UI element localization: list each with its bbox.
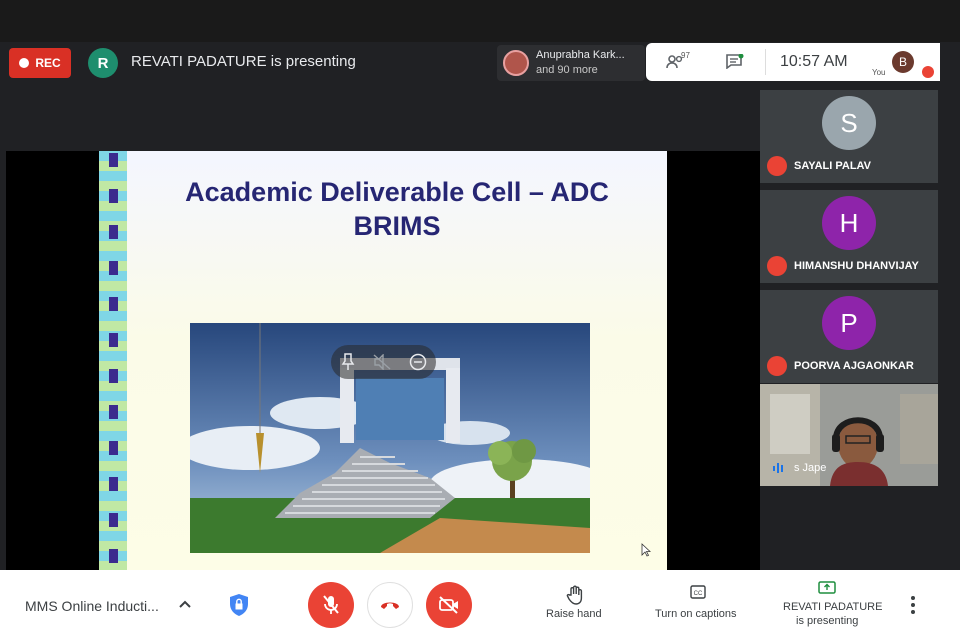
divider	[765, 49, 766, 75]
record-dot-icon	[19, 58, 30, 68]
microphone-toggle-button[interactable]	[308, 582, 354, 628]
participant-tile[interactable]: S SAYALI PALAV	[760, 90, 938, 183]
participants-chip[interactable]: Anuprabha Kark... and 90 more	[497, 45, 645, 81]
mic-off-icon	[767, 256, 787, 276]
self-avatar[interactable]: B	[892, 51, 914, 73]
rec-label: REC	[35, 56, 61, 70]
participant-name: POORVA AJGAONKAR	[794, 360, 914, 372]
participants-chip-name: Anuprabha Kark...	[536, 49, 625, 61]
participant-count: 97	[681, 51, 690, 60]
captions-label[interactable]: Turn on captions	[655, 608, 737, 620]
meeting-name[interactable]: MMS Online Inducti...	[25, 598, 159, 614]
participants-chip-more: and 90 more	[536, 64, 598, 76]
raise-hand-label[interactable]: Raise hand	[546, 608, 602, 620]
presenter-avatar: R	[88, 48, 118, 78]
present-screen-icon[interactable]	[818, 581, 836, 595]
participant-name: HIMANSHU DHANVIJAY	[794, 260, 919, 272]
participant-tile[interactable]: H HIMANSHU DHANVIJAY	[760, 190, 938, 283]
chat-icon[interactable]	[726, 54, 744, 69]
mic-off-icon	[767, 356, 787, 376]
participant-photo	[503, 50, 529, 76]
speaking-indicator-icon	[773, 463, 783, 473]
hang-up-icon	[381, 602, 399, 609]
presentation-overlay-controls	[331, 345, 436, 379]
participant-avatar: S	[822, 96, 876, 150]
top-strip	[0, 0, 960, 42]
raise-hand-icon[interactable]	[566, 585, 584, 605]
presenting-banner: REVATI PADATURE is presenting	[131, 53, 356, 70]
recording-indicator[interactable]: REC	[9, 48, 71, 78]
slide-title: Academic Deliverable Cell – ADC BRIMS	[127, 175, 667, 243]
mic-off-badge-icon	[922, 66, 934, 78]
svg-text:CC: CC	[694, 591, 703, 597]
more-options-icon[interactable]	[910, 596, 916, 614]
participant-avatar: H	[822, 196, 876, 250]
presenting-status-line2[interactable]: is presenting	[796, 615, 858, 627]
camera-toggle-button[interactable]	[426, 582, 472, 628]
participant-video	[760, 384, 938, 486]
pin-icon[interactable]	[341, 353, 355, 371]
shield-lock-icon[interactable]	[228, 593, 250, 617]
presenting-status-line1[interactable]: REVATI PADATURE	[783, 601, 882, 613]
mute-presentation-icon[interactable]	[373, 354, 391, 370]
participant-avatar: P	[822, 296, 876, 350]
participant-name: SAYALI PALAV	[794, 160, 872, 172]
chevron-up-icon[interactable]	[178, 598, 192, 610]
clock: 10:57 AM	[780, 53, 848, 70]
mouse-cursor-icon	[641, 543, 651, 557]
leave-call-button[interactable]	[367, 582, 413, 628]
you-label: You	[872, 68, 886, 77]
participant-tile[interactable]: P POORVA AJGAONKAR	[760, 290, 938, 383]
captions-icon[interactable]: CC	[690, 585, 706, 599]
slide-title-line1: Academic Deliverable Cell – ADC	[185, 177, 609, 207]
camera-off-icon	[439, 596, 458, 614]
slide-decorative-border	[99, 151, 127, 570]
remove-icon[interactable]	[409, 353, 427, 371]
participant-video-name: s Jape	[794, 462, 827, 474]
mic-off-icon	[323, 595, 339, 614]
mic-off-icon	[767, 156, 787, 176]
slide-title-line2: BRIMS	[353, 211, 441, 241]
participant-video-tile[interactable]: s Jape	[760, 384, 938, 486]
meet-window: REC R REVATI PADATURE is presenting Anup…	[0, 0, 960, 640]
